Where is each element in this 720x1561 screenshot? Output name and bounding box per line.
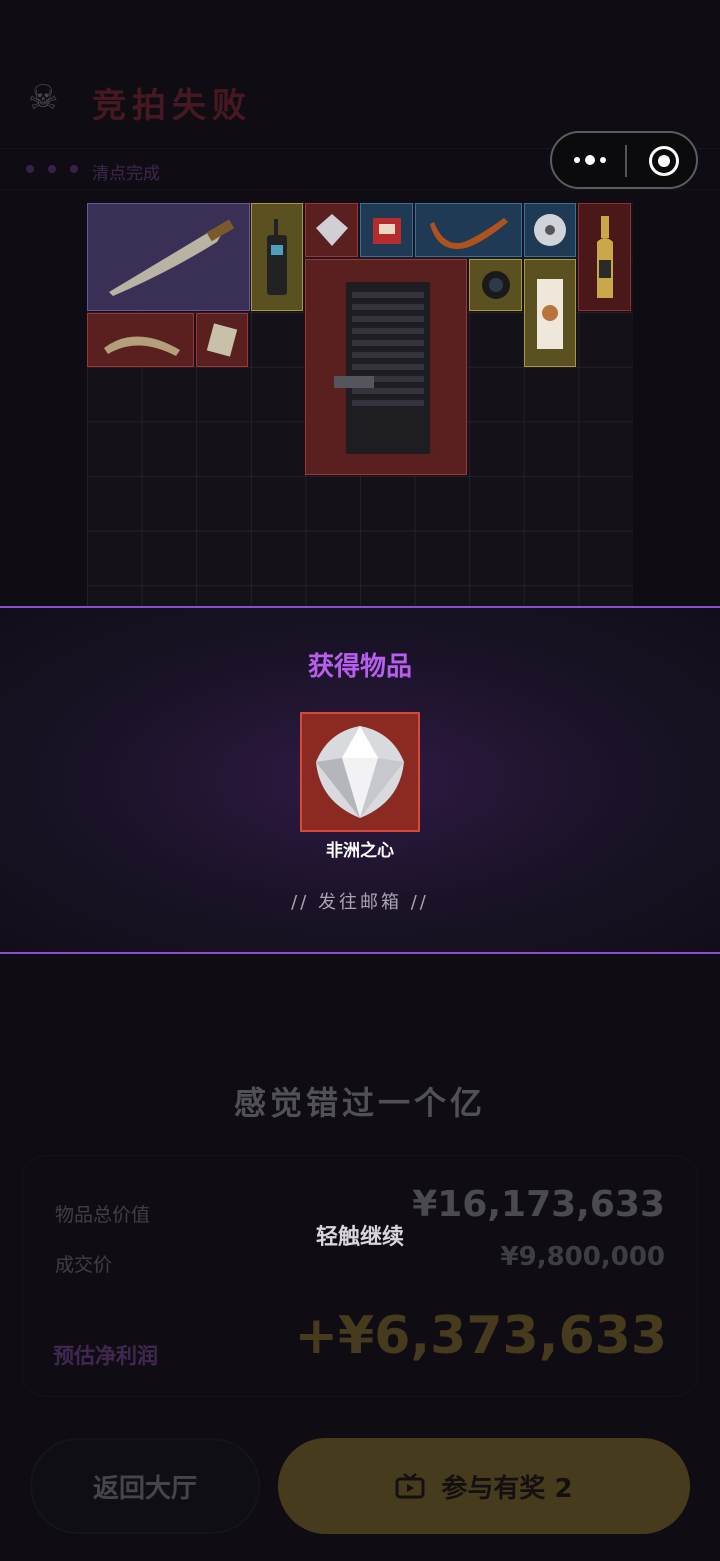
loot-title: 获得物品 bbox=[307, 652, 412, 682]
knife-item bbox=[87, 203, 250, 311]
loot-panel: 获得物品 非洲之心 // 发往邮箱 // bbox=[0, 606, 720, 954]
capsule-divider bbox=[625, 145, 627, 177]
tap-continue-hint: 轻触继续 bbox=[315, 1225, 404, 1250]
box-icon bbox=[372, 218, 401, 244]
page-title: 竞拍失败 bbox=[92, 86, 252, 126]
miniprogram-capsule bbox=[550, 131, 698, 189]
loot-item-name: 非洲之心 bbox=[326, 841, 394, 861]
cigarette-pack-icon bbox=[537, 279, 563, 349]
progress-dots bbox=[26, 165, 78, 173]
radio-item bbox=[251, 203, 303, 311]
chip-item bbox=[196, 313, 248, 367]
more-icon[interactable] bbox=[570, 150, 610, 170]
server-icon bbox=[334, 282, 430, 454]
pipe-icon bbox=[429, 218, 508, 249]
diamond-icon bbox=[316, 726, 404, 818]
tv-icon bbox=[395, 1473, 425, 1499]
bottle-item bbox=[578, 203, 631, 311]
join-reward-label: 参与有奖 2 bbox=[441, 1473, 573, 1504]
close-target-icon[interactable] bbox=[649, 146, 679, 176]
bottle-icon bbox=[596, 216, 613, 298]
status-text: 清点完成 bbox=[92, 164, 160, 184]
tap-continue-overlay[interactable]: 轻触继续 bbox=[22, 1155, 698, 1397]
disc-item bbox=[524, 203, 576, 257]
diamond-small-icon bbox=[315, 214, 348, 246]
cigarettes-item bbox=[524, 259, 576, 367]
red-box-item bbox=[360, 203, 413, 257]
server-rack-item bbox=[305, 259, 467, 475]
join-reward-button[interactable]: 参与有奖 2 bbox=[278, 1438, 690, 1534]
pipe-item bbox=[415, 203, 522, 257]
horn-item bbox=[87, 313, 194, 367]
loot-item-card[interactable] bbox=[300, 712, 420, 832]
inventory-grid bbox=[87, 203, 633, 607]
camera-lens-icon bbox=[481, 271, 510, 299]
gem-small-item bbox=[305, 203, 358, 257]
disc-icon bbox=[534, 214, 566, 246]
chip-icon bbox=[206, 323, 238, 357]
skull-icon: ☠ bbox=[28, 78, 59, 118]
radio-icon bbox=[267, 219, 287, 295]
back-to-lobby-button[interactable]: 返回大厅 bbox=[30, 1438, 260, 1534]
result-headline: 感觉错过一个亿 bbox=[233, 1084, 486, 1122]
horn-icon bbox=[103, 336, 180, 356]
lens-item bbox=[469, 259, 522, 311]
send-to-mailbox[interactable]: // 发往邮箱 // bbox=[0, 888, 720, 914]
knife-icon bbox=[108, 219, 234, 296]
